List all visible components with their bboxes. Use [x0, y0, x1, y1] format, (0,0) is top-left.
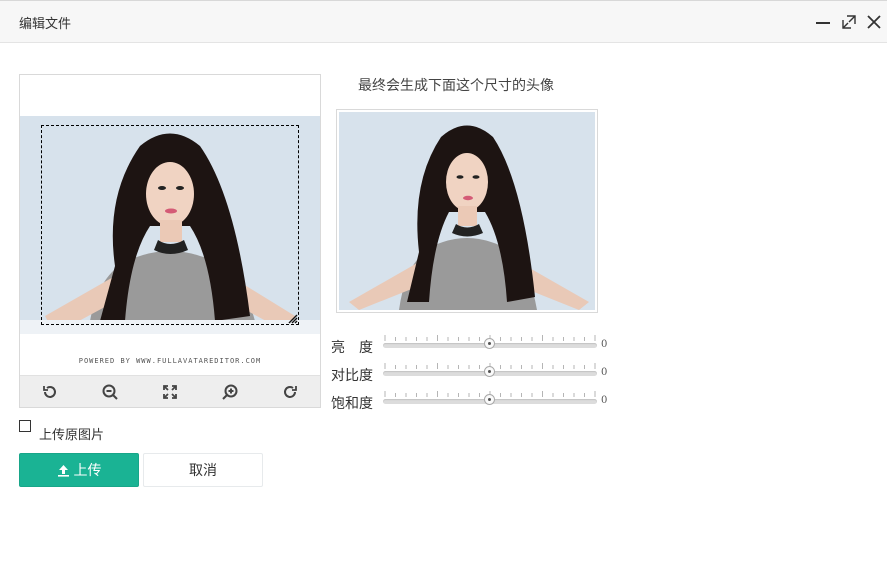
- fit-screen-icon[interactable]: [161, 383, 179, 401]
- saturation-slider-handle[interactable]: [484, 394, 495, 405]
- minimize-icon[interactable]: [815, 14, 831, 30]
- saturation-value: 0: [601, 395, 608, 406]
- avatar-preview: [336, 109, 598, 313]
- contrast-label: 对比度: [331, 368, 373, 384]
- upload-button-label: 上传: [73, 463, 102, 479]
- brightness-slider-row: 亮 度 0: [331, 335, 621, 356]
- upload-button[interactable]: 上传: [19, 453, 139, 487]
- saturation-label: 饱和度: [331, 396, 373, 412]
- brightness-value: 0: [601, 339, 608, 350]
- brightness-slider-handle[interactable]: [484, 338, 495, 349]
- rotate-right-icon[interactable]: [281, 383, 299, 401]
- crop-selection[interactable]: [41, 125, 299, 325]
- upload-icon: [57, 464, 70, 477]
- preview-photo: [339, 112, 595, 310]
- saturation-slider-row: 饱和度 0: [331, 391, 621, 412]
- upload-original-label: 上传原图片: [39, 428, 105, 443]
- cancel-button[interactable]: 取消: [143, 453, 263, 487]
- dialog-title: 编辑文件: [19, 17, 72, 32]
- zoom-in-icon[interactable]: [221, 383, 239, 401]
- zoom-out-icon[interactable]: [101, 383, 119, 401]
- powered-by-text: POWERED BY WWW.FULLAVATAREDITOR.COM: [78, 357, 262, 365]
- contrast-slider-handle[interactable]: [484, 366, 495, 377]
- preview-hint: 最终会生成下面这个尺寸的头像: [358, 78, 554, 94]
- contrast-value: 0: [601, 367, 608, 378]
- avatar-editor: POWERED BY WWW.FULLAVATAREDITOR.COM: [19, 74, 321, 408]
- brightness-label: 亮 度: [331, 340, 373, 356]
- editor-toolbar: [20, 375, 320, 407]
- upload-original-checkbox[interactable]: [19, 420, 31, 432]
- close-icon[interactable]: [866, 14, 882, 30]
- rotate-left-icon[interactable]: [41, 383, 59, 401]
- dialog-titlebar: 编辑文件: [0, 0, 887, 43]
- resize-handle-icon[interactable]: [288, 314, 298, 324]
- cancel-button-label: 取消: [189, 463, 217, 479]
- contrast-slider-row: 对比度 0: [331, 363, 621, 384]
- maximize-icon[interactable]: [841, 14, 857, 30]
